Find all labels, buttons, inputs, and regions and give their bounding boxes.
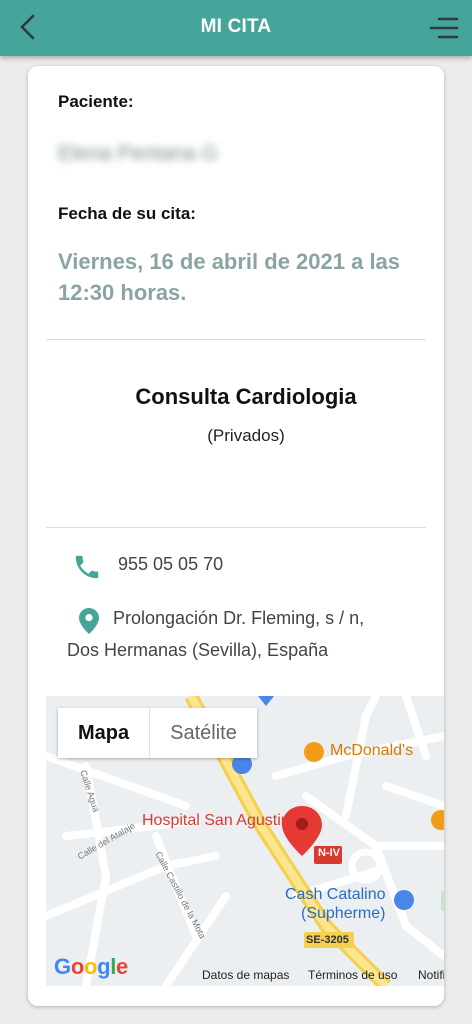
- report-link[interactable]: Notificar: [418, 968, 444, 982]
- address-line-1: Prolongación Dr. Fleming, s / n,: [113, 608, 365, 628]
- service-type: (Privados): [207, 426, 285, 445]
- service-name: Consulta Cardiologia: [135, 384, 357, 409]
- menu-icon[interactable]: [428, 14, 460, 42]
- google-letter: o: [70, 954, 84, 979]
- google-letter: G: [54, 954, 71, 979]
- divider: [46, 339, 426, 340]
- phone-number[interactable]: 955 05 05 70: [118, 554, 223, 575]
- patient-name: Elena Pentana G: [58, 142, 218, 165]
- google-letter: o: [83, 954, 98, 979]
- google-letter: g: [97, 954, 111, 979]
- divider: [46, 527, 426, 528]
- address-line-2: Dos Hermanas (Sevilla), España: [67, 640, 329, 660]
- phone-icon[interactable]: [72, 552, 102, 582]
- road-badge-niv: N-IV: [318, 847, 340, 859]
- location-map[interactable]: Mapa Satélite McDonald's Hospital San Ag…: [46, 696, 444, 986]
- appointment-card: Paciente: Elena Pentana G Fecha de su ci…: [28, 66, 444, 1006]
- map-data-link[interactable]: Datos de mapas: [202, 968, 289, 982]
- app-header: MI CITA: [0, 0, 472, 56]
- poi-cash-label[interactable]: Cash Catalino: [285, 886, 386, 904]
- page-title: MI CITA: [200, 16, 272, 37]
- date-label: Fecha de su cita:: [58, 204, 196, 223]
- poi-hospital-label[interactable]: Hospital San Agustin: [142, 812, 290, 830]
- location-pin-icon: [79, 608, 99, 634]
- map-type-toggle: Mapa Satélite: [58, 708, 257, 758]
- appointment-date: Viernes, 16 de abril de 2021 a las 12:30…: [58, 249, 401, 305]
- poi-mcdonalds-label[interactable]: McDonald's: [330, 742, 413, 760]
- map-type-map-button[interactable]: Mapa: [58, 708, 149, 758]
- terms-link[interactable]: Términos de uso: [308, 968, 397, 982]
- road-badge-se3205: SE-3205: [306, 934, 349, 946]
- map-type-satellite-button[interactable]: Satélite: [149, 708, 257, 758]
- poi-cash-label-2: (Supherme): [301, 905, 386, 922]
- google-logo: Google: [54, 954, 128, 980]
- google-letter: e: [116, 954, 128, 979]
- patient-label: Paciente:: [58, 92, 134, 111]
